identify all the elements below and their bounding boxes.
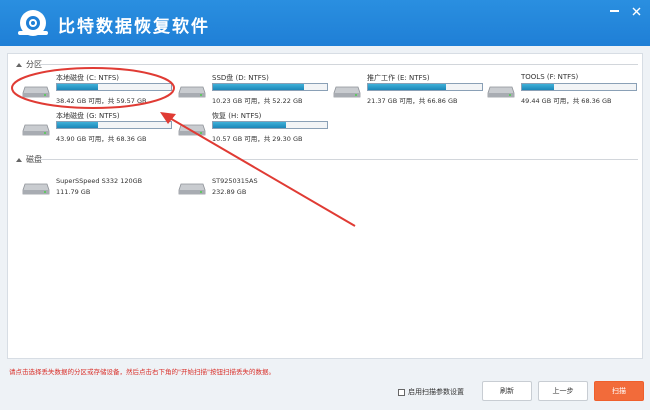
disk-supersspeed[interactable]: SuperSSpeed S332 120GB 111.79 GB [22, 172, 172, 208]
close-icon [632, 7, 640, 15]
hard-drive-icon [178, 124, 206, 136]
disk-st9250315as[interactable]: ST9250315AS 232.89 GB [178, 172, 328, 208]
partition-c[interactable]: 本地磁盘 (C: NTFS) 38.42 GB 可用，共 59.57 GB [22, 73, 172, 113]
usage-bar [56, 83, 172, 91]
partition-g[interactable]: 本地磁盘 (G: NTFS) 43.90 GB 可用，共 68.36 GB [22, 111, 172, 151]
title-bar: 比特数据恢复软件 [0, 0, 650, 46]
partition-size: 43.90 GB 可用，共 68.36 GB [56, 135, 147, 143]
device-panel: 分区 本地磁盘 (C: NTFS) 38.42 GB 可用，共 59.57 GB… [7, 53, 643, 359]
refresh-button[interactable]: 刷新 [482, 381, 532, 401]
partition-size: 38.42 GB 可用，共 59.57 GB [56, 97, 147, 105]
usage-fill [368, 84, 446, 90]
usage-fill [57, 84, 99, 90]
partition-size: 10.23 GB 可用，共 52.22 GB [212, 97, 303, 105]
partition-f[interactable]: TOOLS (F: NTFS) 49.44 GB 可用，共 68.36 GB [487, 73, 637, 113]
usage-fill [213, 84, 305, 90]
divider [38, 159, 638, 160]
usage-bar [212, 83, 328, 91]
partition-size: 10.57 GB 可用，共 29.30 GB [212, 135, 303, 143]
app-logo-base [18, 31, 48, 35]
hard-drive-icon [22, 86, 50, 98]
usage-bar [212, 121, 328, 129]
partition-name: 本地磁盘 (C: NTFS) [56, 74, 120, 82]
hard-drive-icon [22, 124, 50, 136]
partition-name: 恢复 (H: NTFS) [212, 112, 262, 120]
hard-drive-icon [487, 86, 515, 98]
partition-h[interactable]: 恢复 (H: NTFS) 10.57 GB 可用，共 29.30 GB [178, 111, 328, 151]
divider [38, 64, 638, 65]
disk-size: 111.79 GB [56, 188, 91, 196]
collapse-icon [16, 62, 22, 67]
hard-drive-icon [22, 183, 50, 195]
scan-button[interactable]: 扫描 [594, 381, 644, 401]
previous-button[interactable]: 上一步 [538, 381, 588, 401]
minimize-button[interactable] [604, 4, 624, 18]
usage-fill [522, 84, 554, 90]
instruction-hint: 请点击选择丢失数据的分区或存储设备，然后点击右下角的"开始扫描"按钮扫描丢失的数… [9, 368, 275, 376]
usage-bar [56, 121, 172, 129]
usage-fill [213, 122, 286, 128]
checkbox-label: 启用扫描参数设置 [408, 388, 464, 396]
partition-name: TOOLS (F: NTFS) [521, 73, 579, 81]
disk-name: ST9250315AS [212, 177, 258, 185]
checkbox-box[interactable] [398, 388, 405, 396]
partition-name: 本地磁盘 (G: NTFS) [56, 112, 120, 120]
usage-bar [521, 83, 637, 91]
disk-name: SuperSSpeed S332 120GB [56, 177, 143, 185]
partition-name: SSD盘 (D: NTFS) [212, 74, 269, 82]
partition-name: 推广工作 (E: NTFS) [367, 74, 430, 82]
partition-size: 21.37 GB 可用，共 66.86 GB [367, 97, 458, 105]
partition-size: 49.44 GB 可用，共 68.36 GB [521, 97, 612, 105]
collapse-icon [16, 157, 22, 162]
partition-d[interactable]: SSD盘 (D: NTFS) 10.23 GB 可用，共 52.22 GB [178, 73, 328, 113]
hard-drive-icon [333, 86, 361, 98]
partition-e[interactable]: 推广工作 (E: NTFS) 21.37 GB 可用，共 66.86 GB [333, 73, 483, 113]
app-title: 比特数据恢复软件 [58, 17, 210, 37]
disk-size: 232.89 GB [212, 188, 247, 196]
minimize-icon [609, 10, 619, 12]
scan-settings-checkbox[interactable]: 启用扫描参数设置 [398, 387, 464, 397]
hard-drive-icon [178, 183, 206, 195]
hard-drive-icon [178, 86, 206, 98]
usage-bar [367, 83, 483, 91]
usage-fill [57, 122, 99, 128]
close-button[interactable] [626, 4, 646, 18]
